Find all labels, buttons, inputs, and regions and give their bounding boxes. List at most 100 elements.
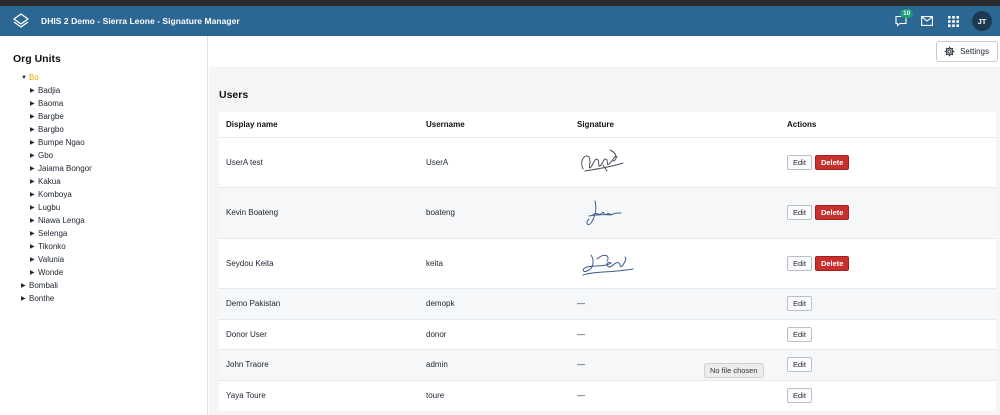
caret-right-icon[interactable]: ▶: [30, 87, 38, 94]
dhis2-logo-icon[interactable]: [11, 11, 31, 31]
org-unit-bargbe[interactable]: ▶ Bargbe: [0, 110, 207, 123]
column-header-username: Username: [426, 119, 465, 129]
caret-right-icon[interactable]: ▶: [30, 152, 38, 159]
caret-right-icon[interactable]: ▶: [30, 113, 38, 120]
actions-cell: Edit Delete: [780, 137, 996, 188]
caret-right-icon[interactable]: ▶: [30, 126, 38, 133]
org-unit-tree: ▼ Bo ▶ Badjia ▶ Baoma ▶ Bargbe ▶ Bargbo ▶ Bumpe Nga…: [0, 71, 207, 305]
file-tooltip: No file chosen: [704, 363, 764, 378]
table-row: Demo Pakistan demopk — Edit: [219, 288, 996, 319]
caret-right-icon[interactable]: ▶: [30, 204, 38, 211]
org-unit-bonthe[interactable]: ▶ Bonthe: [0, 292, 207, 305]
signature-empty: —: [577, 391, 585, 400]
org-unit-bargbo[interactable]: ▶ Bargbo: [0, 123, 207, 136]
edit-button[interactable]: Edit: [787, 205, 812, 221]
display-name-cell: Yaya Toure: [226, 391, 266, 400]
edit-button[interactable]: Edit: [787, 255, 812, 271]
caret-right-icon[interactable]: ▶: [30, 100, 38, 107]
org-unit-wonde[interactable]: ▶ Wonde: [0, 266, 207, 279]
org-unit-label: Badjia: [38, 86, 61, 95]
settings-button[interactable]: Settings: [936, 41, 998, 62]
org-unit-gbo[interactable]: ▶ Gbo: [0, 149, 207, 162]
edit-button[interactable]: Edit: [787, 154, 812, 170]
username-cell: boateng: [426, 208, 455, 218]
top-toolbar: Settings: [209, 36, 1000, 67]
delete-button[interactable]: Delete: [814, 255, 850, 271]
messages-icon[interactable]: [914, 6, 940, 36]
table-row: Kevin Boateng boateng Edit Delete: [219, 187, 996, 238]
org-unit-selenga[interactable]: ▶ Selenga: [0, 227, 207, 240]
table-row: Seydou Keita keita Edit Delete: [219, 238, 996, 289]
org-unit-label: Valunia: [38, 255, 65, 264]
actions-cell: Edit: [780, 319, 996, 350]
org-unit-label: Bargbo: [38, 125, 64, 134]
caret-right-icon[interactable]: ▶: [21, 282, 29, 289]
edit-button[interactable]: Edit: [787, 296, 812, 312]
org-unit-label: Jaiama Bongor: [38, 164, 92, 173]
users-title: Users: [219, 89, 249, 101]
org-unit-label: Lugbu: [38, 203, 61, 212]
org-unit-lugbu[interactable]: ▶ Lugbu: [0, 201, 207, 214]
org-unit-baoma[interactable]: ▶ Baoma: [0, 97, 207, 110]
display-name-cell: Seydou Keita: [226, 258, 274, 268]
username-cell: donor: [426, 329, 447, 339]
org-units-title: Org Units: [13, 53, 61, 65]
column-header-actions: Actions: [787, 119, 817, 129]
edit-button[interactable]: Edit: [787, 357, 812, 373]
username-cell: admin: [426, 360, 448, 370]
org-unit-label: Bargbe: [38, 112, 64, 121]
org-unit-kakua[interactable]: ▶ Kakua: [0, 175, 207, 188]
table-row: Yaya Toure toure — Edit: [219, 380, 996, 411]
actions-cell: Edit: [780, 350, 996, 381]
username-cell: keita: [426, 258, 443, 268]
caret-right-icon[interactable]: ▶: [30, 269, 38, 276]
app-header: DHIS 2 Demo - Sierra Leone - Signature M…: [0, 6, 1000, 36]
apps-grid-icon[interactable]: [940, 6, 966, 36]
caret-right-icon[interactable]: ▶: [30, 165, 38, 172]
actions-cell: Edit Delete: [780, 238, 996, 289]
org-unit-komboya[interactable]: ▶ Komboya: [0, 188, 207, 201]
org-unit-valunia[interactable]: ▶ Valunia: [0, 253, 207, 266]
username-cell: demopk: [426, 299, 455, 309]
org-unit-tikonko[interactable]: ▶ Tikonko: [0, 240, 207, 253]
signature-empty: —: [577, 299, 585, 309]
edit-button[interactable]: Edit: [787, 326, 812, 342]
caret-right-icon[interactable]: ▶: [30, 191, 38, 198]
org-unit-badjia[interactable]: ▶ Badjia: [0, 84, 207, 97]
caret-right-icon[interactable]: ▶: [30, 139, 38, 146]
table-row: Donor User donor — Edit: [219, 319, 996, 350]
org-unit-label: Wonde: [38, 268, 64, 277]
caret-right-icon[interactable]: ▶: [30, 217, 38, 224]
org-unit-bo[interactable]: ▼ Bo: [0, 71, 207, 84]
org-unit-label: Bombali: [29, 281, 58, 290]
org-unit-bombali[interactable]: ▶ Bombali: [0, 279, 207, 292]
org-unit-label: Bumpe Ngao: [38, 138, 85, 147]
display-name-cell: Demo Pakistan: [226, 299, 281, 309]
org-unit-bumpe-ngao[interactable]: ▶ Bumpe Ngao: [0, 136, 207, 149]
caret-down-icon[interactable]: ▼: [21, 75, 29, 81]
app-title: DHIS 2 Demo - Sierra Leone - Signature M…: [41, 16, 240, 26]
delete-button[interactable]: Delete: [814, 205, 850, 221]
caret-right-icon[interactable]: ▶: [30, 256, 38, 263]
signature-image: [570, 137, 780, 188]
actions-cell: Edit: [780, 380, 996, 411]
org-unit-label: Tikonko: [38, 242, 66, 251]
notification-badge: 10: [900, 9, 914, 18]
caret-right-icon[interactable]: ▶: [21, 295, 29, 302]
signature-image: [570, 238, 780, 289]
org-unit-label: Bonthe: [29, 294, 55, 303]
delete-button[interactable]: Delete: [814, 154, 850, 170]
display-name-cell: UserA test: [226, 157, 263, 167]
gear-icon: [944, 46, 955, 57]
edit-button[interactable]: Edit: [787, 388, 812, 403]
caret-right-icon[interactable]: ▶: [30, 178, 38, 185]
caret-right-icon[interactable]: ▶: [30, 230, 38, 237]
interpretations-icon[interactable]: 10: [888, 6, 914, 36]
table-row: John Traore admin — Edit: [219, 349, 996, 381]
user-avatar[interactable]: JT: [972, 11, 992, 31]
username-cell: toure: [426, 391, 445, 400]
org-unit-label: Kakua: [38, 177, 61, 186]
caret-right-icon[interactable]: ▶: [30, 243, 38, 250]
org-unit-niawa-lenga[interactable]: ▶ Niawa Lenga: [0, 214, 207, 227]
org-unit-jaiama-bongor[interactable]: ▶ Jaiama Bongor: [0, 162, 207, 175]
